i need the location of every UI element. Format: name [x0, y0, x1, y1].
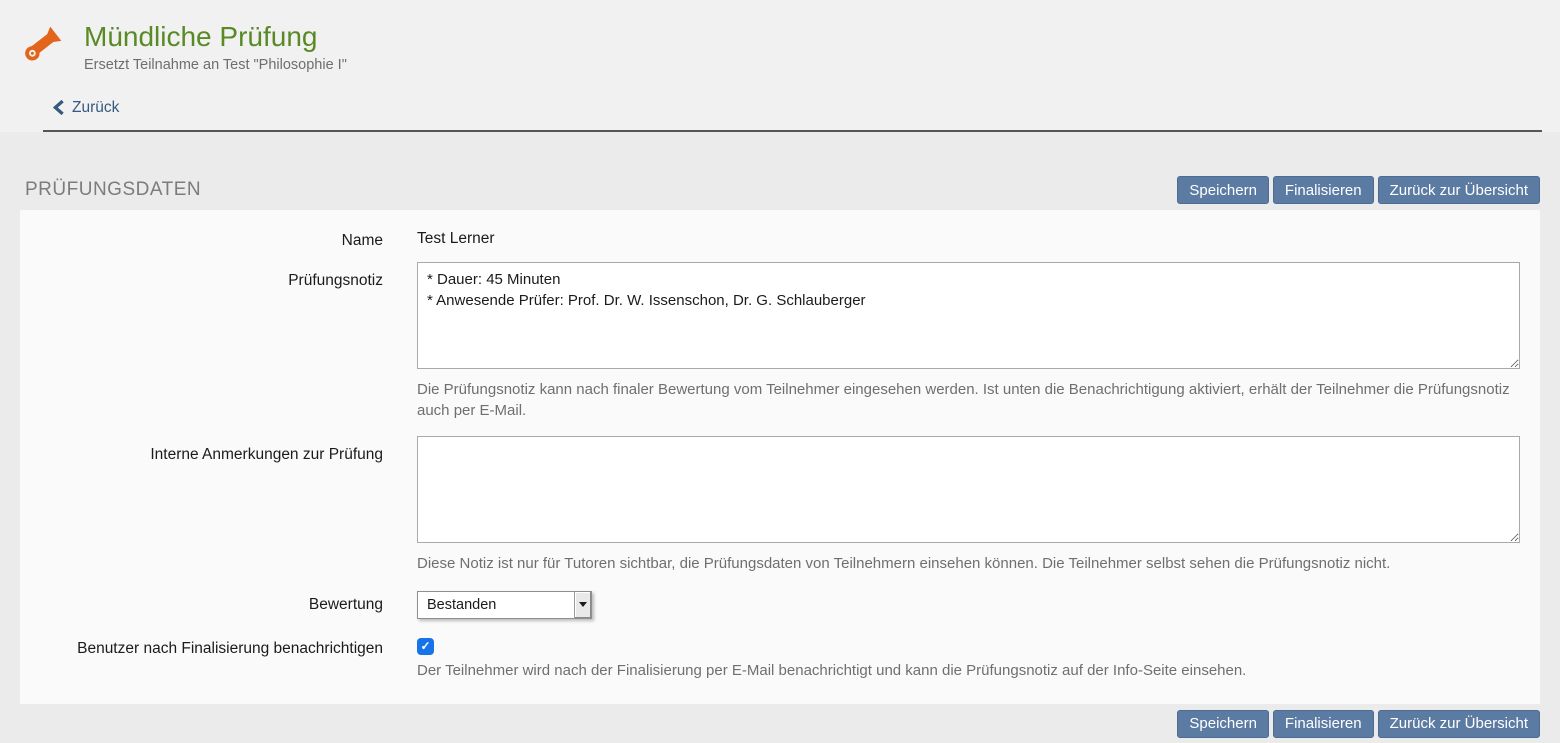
- exam-note-help: Die Prüfungsnotiz kann nach finaler Bewe…: [417, 379, 1520, 421]
- rating-select[interactable]: Bestanden: [417, 591, 592, 619]
- notify-help: Der Teilnehmer wird nach der Finalisieru…: [417, 660, 1520, 681]
- masthead: Mündliche Prüfung Ersetzt Teilnahme an T…: [0, 0, 1560, 132]
- section-title: PRÜFUNGSDATEN: [25, 179, 201, 201]
- form-row-exam-note: Prüfungsnotiz * Dauer: 45 Minuten * Anwe…: [20, 262, 1540, 421]
- chevron-down-icon: [574, 592, 591, 618]
- back-link[interactable]: Zurück: [53, 99, 119, 117]
- toolbar-bottom: Speichern Finalisieren Zurück zur Übersi…: [0, 710, 1560, 738]
- check-icon: ✓: [420, 640, 430, 652]
- notify-checkbox[interactable]: ✓: [417, 638, 434, 655]
- finalize-button-bottom[interactable]: Finalisieren: [1273, 710, 1374, 738]
- content: PRÜFUNGSDATEN Speichern Finalisieren Zur…: [0, 132, 1560, 737]
- back-to-overview-button-top[interactable]: Zurück zur Übersicht: [1378, 176, 1540, 204]
- form-row-internal-note: Interne Anmerkungen zur Prüfung Diese No…: [20, 436, 1540, 574]
- notify-label: Benutzer nach Finalisierung benachrichti…: [20, 638, 383, 681]
- internal-note-help: Diese Notiz ist nur für Tutoren sichtbar…: [417, 553, 1520, 574]
- exam-data-form: Name Test Lerner Prüfungsnotiz * Dauer: …: [20, 210, 1540, 703]
- back-link-label: Zurück: [72, 99, 119, 117]
- internal-note-textarea[interactable]: [417, 436, 1520, 543]
- form-row-rating: Bewertung Bestanden: [20, 591, 1540, 619]
- name-label: Name: [20, 230, 383, 252]
- back-bar: Zurück: [43, 73, 1542, 133]
- form-row-notify: Benutzer nach Finalisierung benachrichti…: [20, 638, 1540, 681]
- back-to-overview-button-bottom[interactable]: Zurück zur Übersicht: [1378, 710, 1540, 738]
- rating-label: Bewertung: [20, 597, 383, 613]
- page: Mündliche Prüfung Ersetzt Teilnahme an T…: [0, 0, 1560, 743]
- page-subtitle: Ersetzt Teilnahme an Test "Philosophie I…: [84, 57, 347, 73]
- finalize-button-top[interactable]: Finalisieren: [1273, 176, 1374, 204]
- rating-selected-value: Bestanden: [418, 597, 574, 613]
- save-button-top[interactable]: Speichern: [1177, 176, 1269, 204]
- page-title: Mündliche Prüfung: [84, 20, 347, 54]
- exam-note-textarea[interactable]: * Dauer: 45 Minuten * Anwesende Prüfer: …: [417, 262, 1520, 369]
- exam-note-label: Prüfungsnotiz: [20, 262, 383, 421]
- toolbar-top: Speichern Finalisieren Zurück zur Übersi…: [1177, 176, 1540, 204]
- scroll-icon: [18, 20, 68, 70]
- chevron-left-icon: [53, 100, 64, 115]
- form-row-name: Name Test Lerner: [20, 226, 1540, 252]
- name-value: Test Lerner: [417, 230, 495, 247]
- internal-note-label: Interne Anmerkungen zur Prüfung: [20, 436, 383, 574]
- save-button-bottom[interactable]: Speichern: [1177, 710, 1269, 738]
